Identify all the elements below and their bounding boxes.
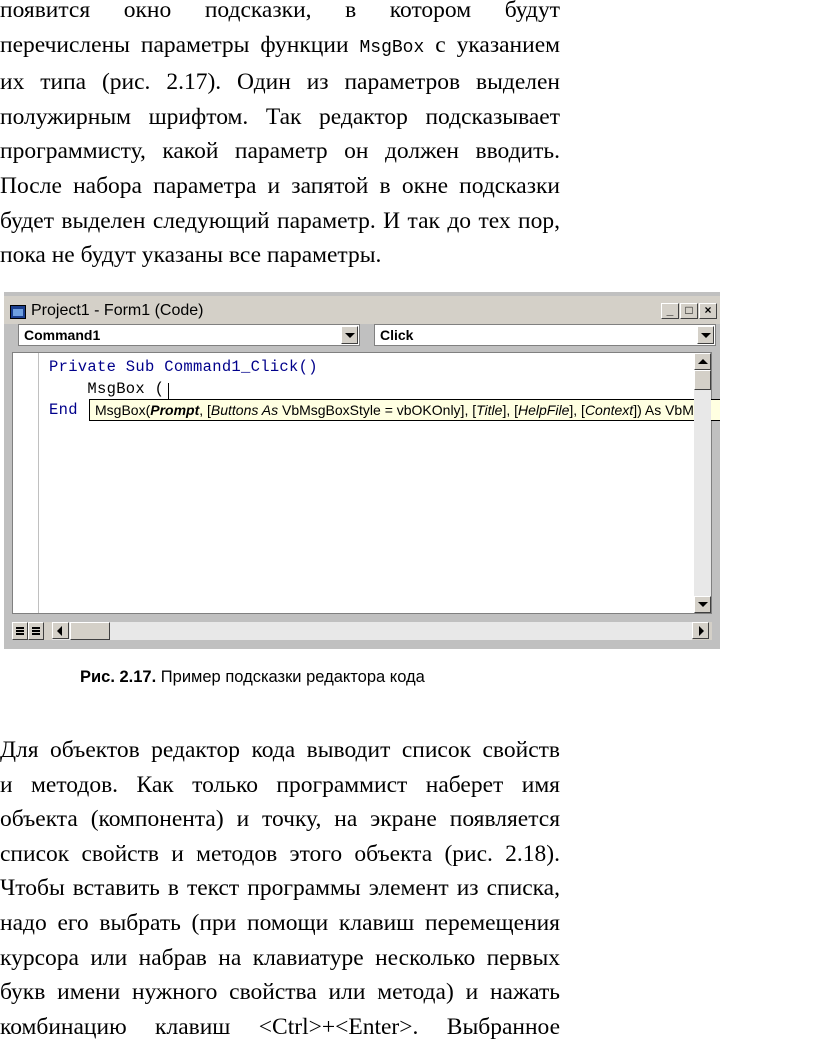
- paragraph-methods: Для объектов редактор кода выводит списо…: [0, 733, 560, 1044]
- text-line: комбинацию клавиш <Ctrl>+<Enter>. Выбран…: [0, 1013, 560, 1040]
- horizontal-scroll-thumb[interactable]: [70, 622, 110, 640]
- text-fragment: перечислены параметры функции: [0, 31, 360, 58]
- full-module-view-icon[interactable]: [28, 622, 44, 640]
- tooltip-param: HelpFile: [518, 402, 570, 418]
- object-combo-value: Command1: [24, 327, 101, 343]
- figure-caption: Рис. 2.17. Пример подсказки редактора ко…: [80, 668, 425, 687]
- text-line: и методов. Как только программист набере…: [0, 771, 560, 798]
- tooltip-param: Buttons As: [210, 402, 279, 418]
- text-line: букв имени нужного свойства или метода) …: [0, 979, 560, 1006]
- tooltip-text: ], [: [569, 402, 585, 418]
- dropdown-arrow-icon[interactable]: [341, 326, 358, 344]
- text-line: курсора или набрав на клавиатуре несколь…: [0, 944, 560, 971]
- text-line: появится окно подсказки, в котором будут: [0, 0, 560, 23]
- bottom-bar: [12, 622, 712, 640]
- procedure-combo[interactable]: Click: [374, 324, 716, 346]
- tooltip-prefix: MsgBox(: [95, 402, 151, 418]
- text-line: Чтобы вставить в текст программы элемент…: [0, 875, 560, 902]
- object-combo[interactable]: Command1: [18, 324, 360, 346]
- window-icon: [10, 305, 26, 319]
- minimize-icon[interactable]: _: [661, 303, 679, 319]
- tooltip-param: Title: [476, 402, 503, 418]
- code-line: End: [49, 401, 78, 419]
- maximize-icon[interactable]: □: [680, 303, 698, 319]
- text-fragment: с указанием: [424, 31, 560, 58]
- dropdown-arrow-icon[interactable]: [697, 326, 714, 344]
- window-title: Project1 - Form1 (Code): [31, 302, 204, 319]
- code-line: MsgBox (: [49, 380, 165, 398]
- close-icon[interactable]: ×: [699, 303, 717, 319]
- tooltip-text: VbMsgBoxStyle = vbOKOnly], [: [278, 402, 477, 418]
- tooltip-text: , [: [199, 402, 211, 418]
- procedure-combo-value: Click: [380, 327, 414, 343]
- code-line: Private Sub Command1_Click(): [49, 358, 318, 376]
- scroll-right-icon[interactable]: [692, 622, 709, 639]
- text-line: список свойств и методов этого объекта (…: [0, 840, 560, 867]
- text-line: После набора параметра и запятой в окне …: [0, 172, 560, 199]
- text-line: перечислены параметры функции MsgBox с у…: [0, 28, 560, 66]
- tooltip-text: ], [: [502, 402, 519, 418]
- text-line: пока не будут указаны все параметры.: [0, 242, 382, 269]
- paragraph-intro: появится окно подсказки, в котором будут…: [0, 0, 560, 273]
- parameter-info-tooltip: MsgBox(Prompt, [Buttons As VbMsgBoxStyle…: [89, 399, 720, 421]
- text-line: объекта (компонента) и точку, на экране …: [0, 806, 560, 833]
- figure-caption-text: Пример подсказки редактора кода: [156, 668, 425, 686]
- scroll-left-icon[interactable]: [52, 622, 69, 639]
- figure-number: Рис. 2.17.: [80, 668, 157, 686]
- tooltip-param: Context: [584, 402, 634, 418]
- tooltip-current-param: Prompt: [150, 402, 200, 418]
- text-line: программисту, какой параметр он должен в…: [0, 138, 560, 165]
- margin-indicator-bar: [13, 353, 39, 613]
- scroll-thumb[interactable]: [694, 370, 711, 390]
- text-line: полужирным шрифтом. Так редактор подсказ…: [0, 103, 560, 130]
- text-line: будет выделен следующий параметр. И так …: [0, 207, 560, 234]
- code-editor-window: Project1 - Form1 (Code) _ □ × Command1 C…: [4, 292, 720, 649]
- scroll-down-icon[interactable]: [694, 596, 711, 613]
- code-area[interactable]: Private Sub Command1_Click() MsgBox ( En…: [12, 352, 720, 614]
- text-line: надо его выбрать (при помощи клавиш пере…: [0, 909, 560, 936]
- vertical-scrollbar[interactable]: [694, 353, 711, 613]
- text-line: Для объектов редактор кода выводит списо…: [0, 737, 560, 763]
- scroll-up-icon[interactable]: [694, 353, 711, 370]
- horizontal-scrollbar[interactable]: [52, 622, 692, 640]
- procedure-view-icon[interactable]: [12, 622, 28, 640]
- tooltip-text: ]) As VbM: [633, 402, 694, 418]
- title-bar[interactable]: Project1 - Form1 (Code) _ □ ×: [4, 296, 720, 324]
- inline-code: MsgBox: [359, 37, 425, 58]
- text-line: их типа (рис. 2.17). Один из параметров …: [0, 69, 560, 96]
